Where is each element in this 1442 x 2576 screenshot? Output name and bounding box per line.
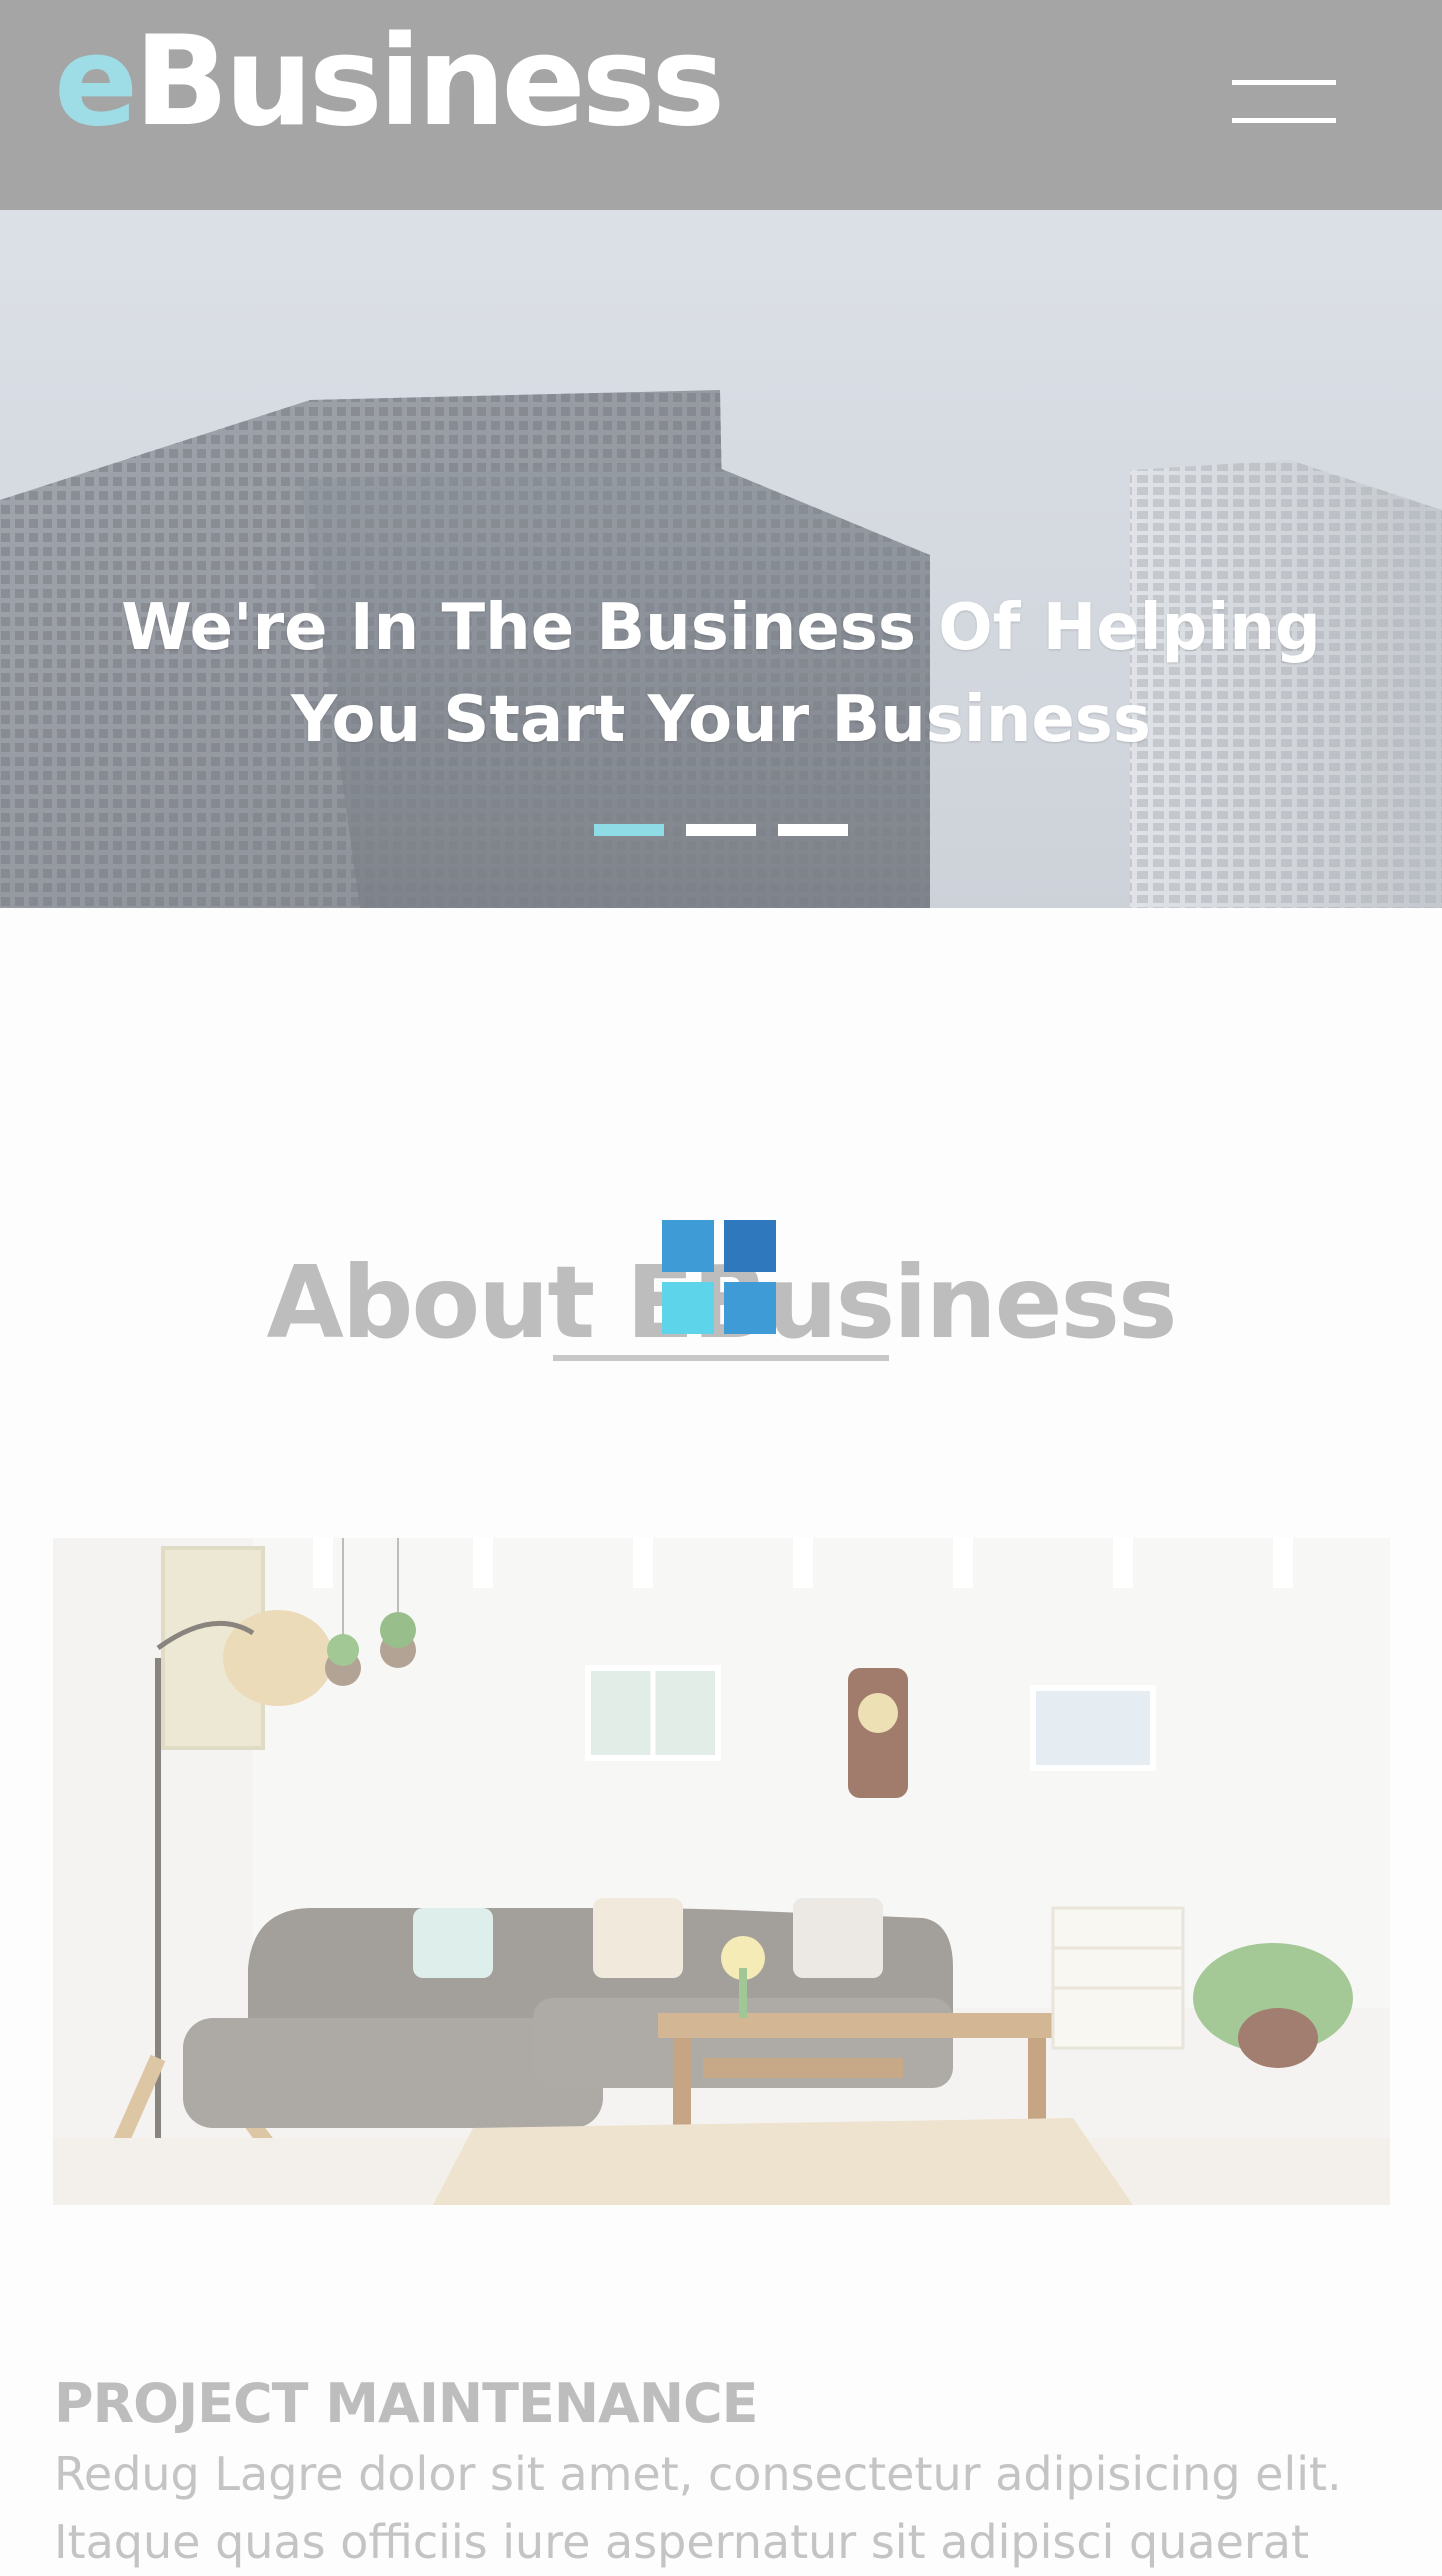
slider-dot-3[interactable] [778, 824, 848, 836]
loader-square [662, 1282, 714, 1334]
hamburger-bar-bottom [1232, 118, 1336, 123]
living-room-image [53, 1538, 1390, 2205]
slider-dot-2[interactable] [686, 824, 756, 836]
project-title: PROJECT MAINTENANCE [54, 2372, 759, 2435]
hero-slider: We're In The Business Of Helping You Sta… [0, 210, 1442, 908]
loader-square [724, 1282, 776, 1334]
hamburger-bar-top [1232, 80, 1336, 85]
logo-accent-letter: e [54, 10, 138, 154]
project-description: Redug Lagre dolor sit amet, consectetur … [54, 2447, 1342, 2569]
loading-grid-icon [662, 1220, 780, 1338]
heading-underline [553, 1355, 889, 1361]
hero-background-image [0, 210, 1442, 908]
slider-dot-1[interactable] [594, 824, 664, 836]
site-header: eBusiness [0, 0, 1442, 210]
about-image [53, 1538, 1390, 2205]
loader-square [724, 1220, 776, 1272]
loader-square [662, 1220, 714, 1272]
logo-text: Business [134, 10, 725, 154]
slider-pagination [594, 824, 850, 838]
hero-title: We're In The Business Of Helping You Sta… [121, 591, 1321, 757]
hamburger-icon[interactable] [1228, 72, 1336, 132]
site-logo[interactable]: eBusiness [54, 20, 725, 144]
